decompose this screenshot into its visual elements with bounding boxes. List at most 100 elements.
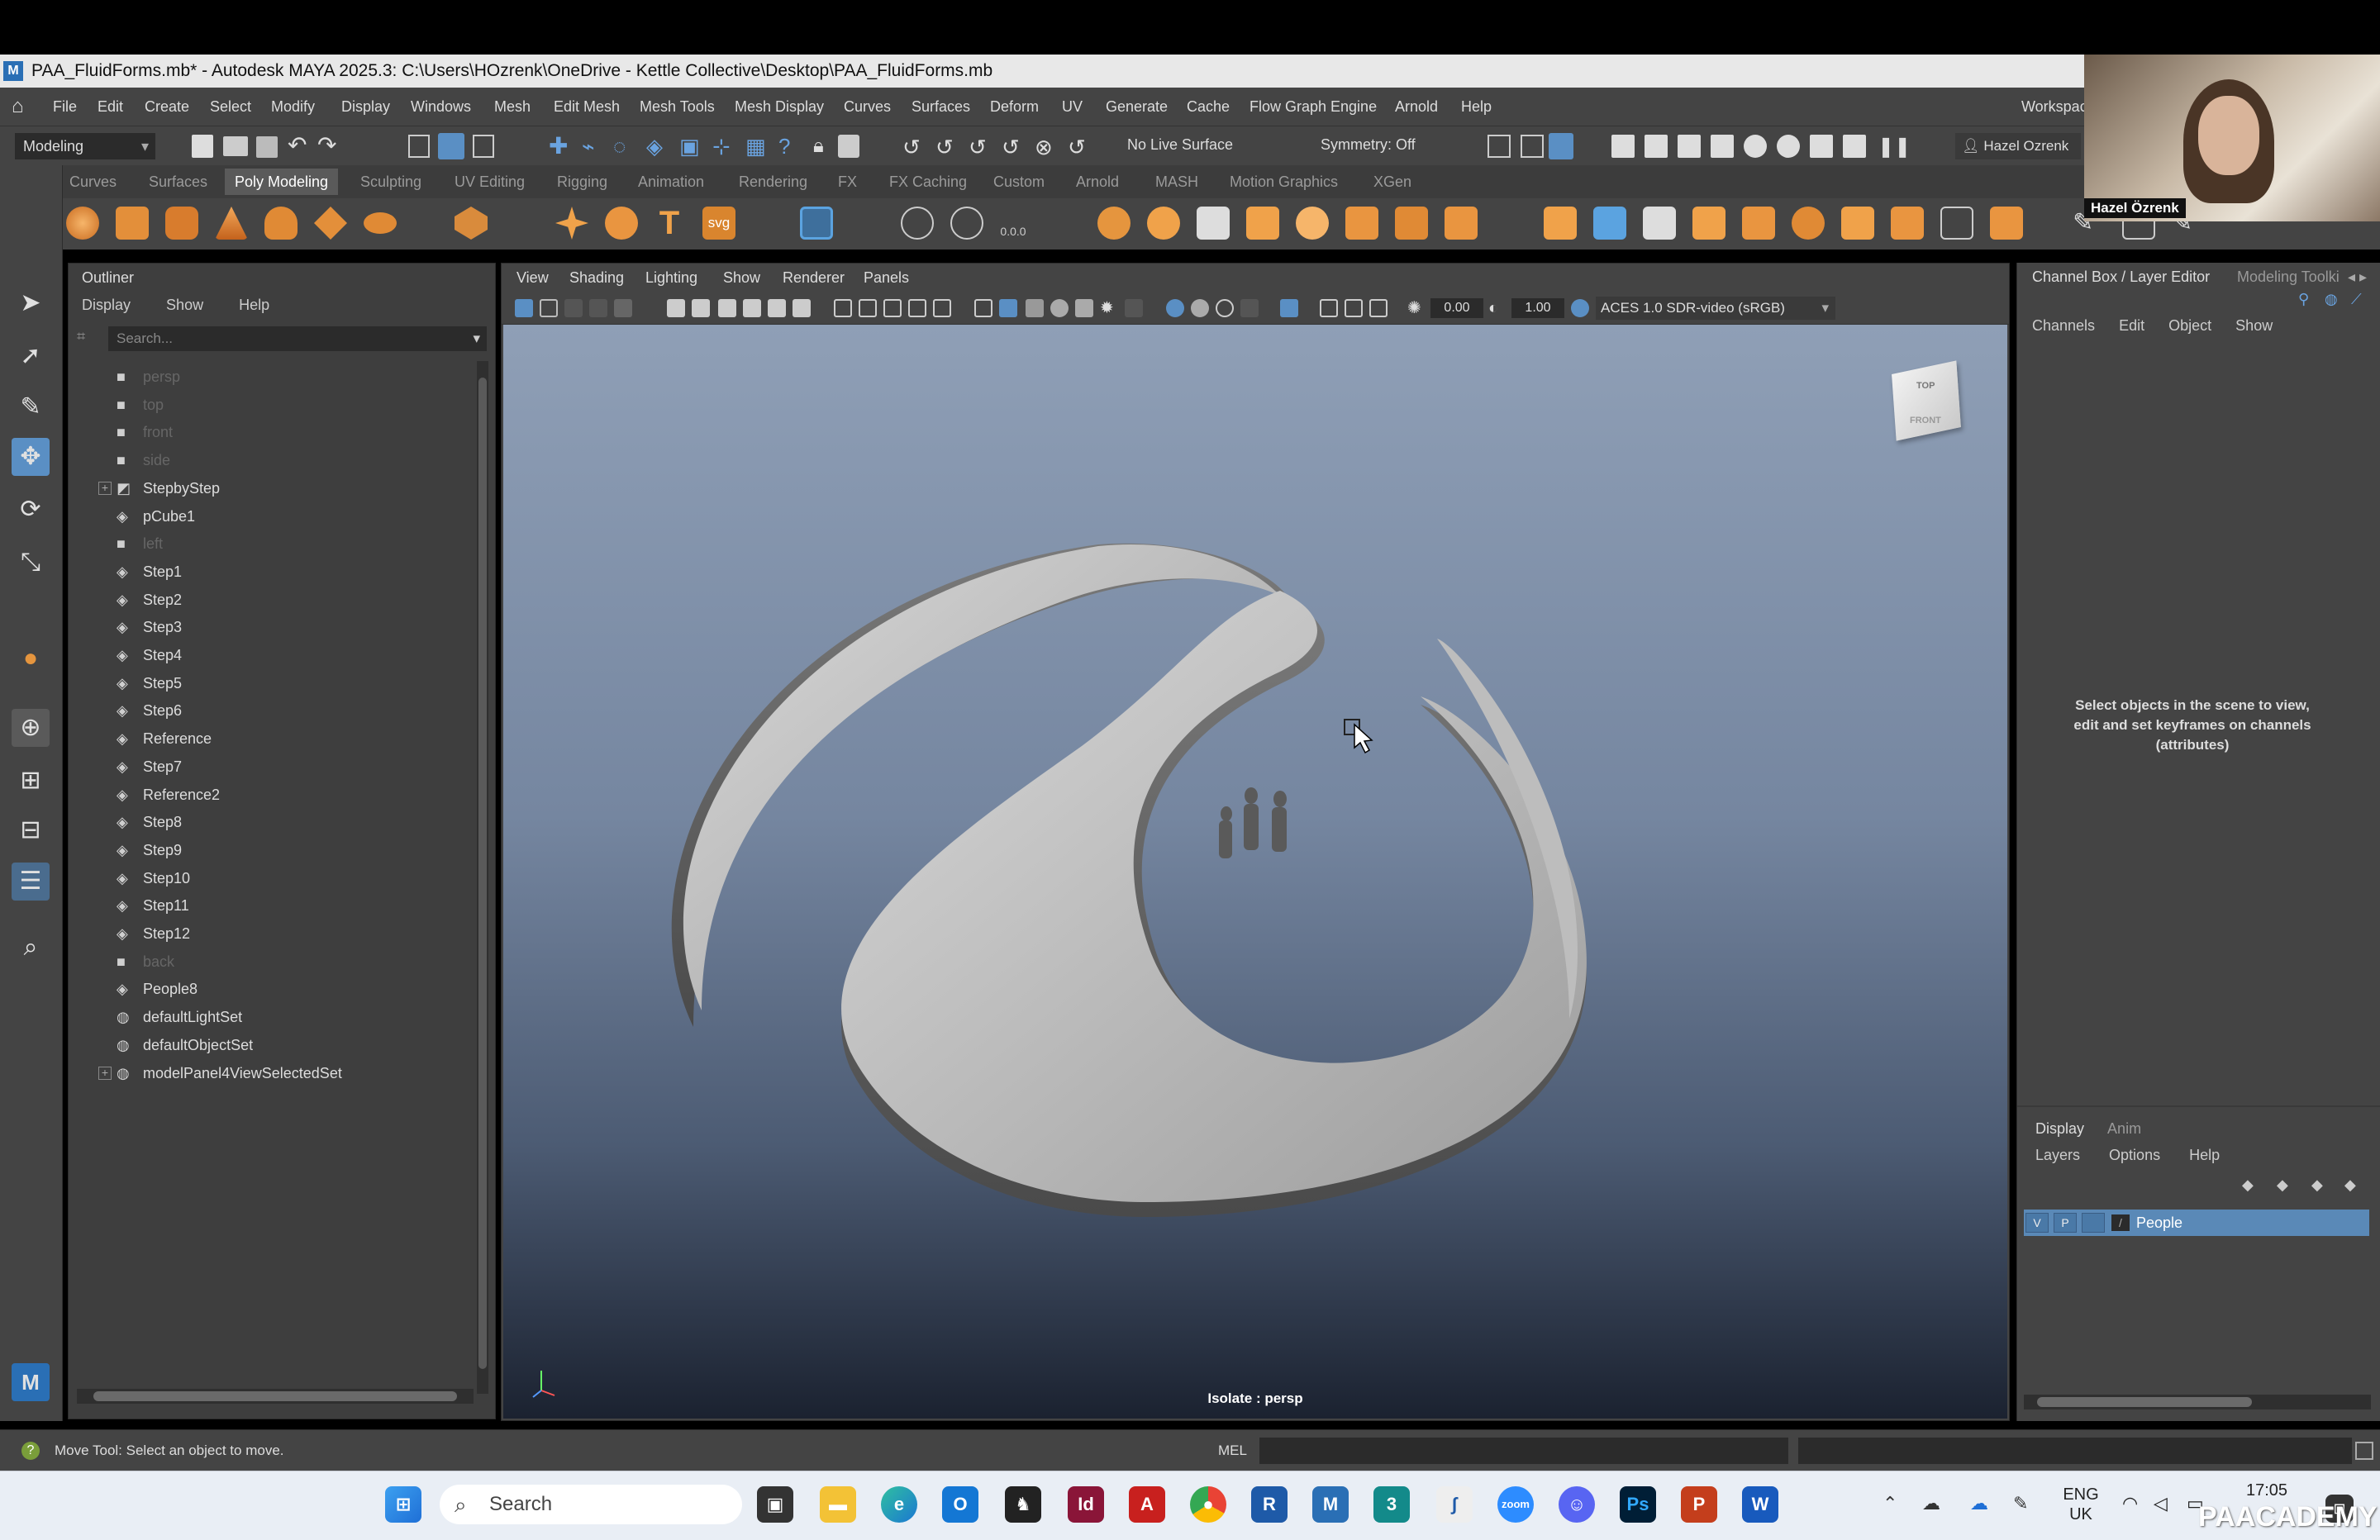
save-scene-icon[interactable] <box>256 136 278 158</box>
shelf-tab-poly-modeling[interactable]: Poly Modeling <box>225 169 339 195</box>
rotate-tool-icon[interactable]: ⟳ <box>12 491 50 529</box>
vp-menu-panels[interactable]: Panels <box>864 264 909 292</box>
outliner-row[interactable]: ◈ Step8 <box>69 808 482 836</box>
menu-uv[interactable]: UV <box>1062 88 1083 126</box>
menu-generate[interactable]: Generate <box>1106 88 1168 126</box>
poke-icon[interactable] <box>1891 207 1924 240</box>
snap-view-plane-icon[interactable]: ◈ <box>646 135 669 158</box>
anti-aliasing-icon[interactable] <box>1369 299 1388 317</box>
move-layer-down-icon[interactable]: ◆ <box>2277 1176 2288 1194</box>
poly-plane-icon[interactable] <box>314 207 347 240</box>
zoom-icon[interactable]: zoom <box>1497 1486 1534 1523</box>
scale-tool-icon[interactable]: ⤡ <box>12 544 50 582</box>
grid-toggle-icon[interactable] <box>834 299 852 317</box>
shelf-tab-fx-caching[interactable]: FX Caching <box>879 169 977 195</box>
select-hierarchy-icon[interactable] <box>408 135 430 158</box>
cb-menu-channels[interactable]: Channels <box>2032 317 2095 334</box>
gate-mask-icon[interactable] <box>768 299 786 317</box>
select-object-icon[interactable] <box>438 133 464 159</box>
menu-flow-graph-engine[interactable]: Flow Graph Engine <box>1250 88 1377 126</box>
menu-surfaces[interactable]: Surfaces <box>912 88 970 126</box>
menu-edit-mesh[interactable]: Edit Mesh <box>554 88 620 126</box>
outliner-row[interactable]: ◈ Step3 <box>69 613 482 641</box>
wireframe-icon[interactable] <box>974 299 992 317</box>
script-editor-icon[interactable] <box>2355 1442 2373 1460</box>
menu-cache[interactable]: Cache <box>1187 88 1230 126</box>
channel-options-icon[interactable]: ⚲ <box>2298 291 2316 309</box>
triangulate-icon[interactable] <box>1990 207 2023 240</box>
shelf-tab-fx[interactable]: FX <box>828 169 867 195</box>
smooth-shade-icon[interactable] <box>999 299 1017 317</box>
splitter[interactable] <box>2017 1105 2380 1107</box>
extract-icon[interactable] <box>1841 207 1874 240</box>
layout-single-icon[interactable]: ⊕ <box>12 709 50 747</box>
layout-two-icon[interactable]: ⊟ <box>12 811 50 849</box>
color-management-icon[interactable] <box>1571 299 1589 317</box>
outliner-row[interactable]: ◈ Step7 <box>69 753 482 781</box>
tab-modeling-toolkit[interactable]: Modeling Toolki <box>2237 263 2340 291</box>
outliner-row[interactable]: ◈ Step2 <box>69 586 482 614</box>
lasso-icon-3[interactable]: ↺ <box>969 135 987 160</box>
menu-curves[interactable]: Curves <box>844 88 891 126</box>
redo-icon[interactable]: ↷ <box>317 131 336 159</box>
workspace-label[interactable]: Workspac <box>2021 88 2087 126</box>
render-toggle-icon[interactable] <box>1549 133 1573 159</box>
menu-display[interactable]: Display <box>341 88 390 126</box>
tab-display[interactable]: Display <box>2035 1120 2084 1137</box>
clock-time[interactable]: 17:05 <box>2246 1481 2287 1500</box>
bookmarks-icon[interactable] <box>564 299 583 317</box>
layer-horizontal-scrollbar[interactable] <box>2024 1395 2371 1409</box>
use-all-lights-icon[interactable] <box>1075 299 1093 317</box>
expand-toggle-icon[interactable]: + <box>98 1066 112 1080</box>
outliner-row[interactable]: ■ front <box>69 418 482 446</box>
wedge-icon[interactable] <box>1940 207 1973 240</box>
textured-icon[interactable] <box>1050 299 1069 317</box>
menu-mesh[interactable]: Mesh <box>494 88 531 126</box>
layer-menu-layers[interactable]: Layers <box>2035 1147 2080 1163</box>
sketch-icon[interactable]: ∫ <box>1436 1486 1473 1523</box>
layer-playback-toggle[interactable]: P <box>2054 1213 2077 1233</box>
maya-badge-icon[interactable]: M <box>12 1363 50 1401</box>
pause-icon[interactable]: ❚❚ <box>1878 135 1911 159</box>
layer-hscroll-thumb[interactable] <box>2037 1397 2252 1407</box>
shelf-tab-animation[interactable]: Animation <box>628 169 714 195</box>
new-layer-selected-icon[interactable]: ◆ <box>2344 1176 2356 1194</box>
shelf-tab-curves[interactable]: Curves <box>60 169 126 195</box>
outliner-row[interactable]: ◈ pCube1 <box>69 502 482 530</box>
windows-start-icon[interactable]: ⊞ <box>385 1486 421 1523</box>
xray-icon[interactable] <box>1166 299 1184 317</box>
outliner-row[interactable]: + ◍ modelPanel4ViewSelectedSet <box>69 1059 482 1087</box>
type-tool-icon[interactable]: T <box>653 207 686 240</box>
outliner-vertical-scrollbar[interactable] <box>477 361 488 1394</box>
camera-attributes-icon[interactable] <box>540 299 558 317</box>
menu-windows[interactable]: Windows <box>411 88 471 126</box>
shelf-tab-arnold[interactable]: Arnold <box>1066 169 1129 195</box>
film-gate-icon[interactable] <box>718 299 736 317</box>
gamma-field[interactable]: 1.00 <box>1511 298 1564 318</box>
tab-anim[interactable]: Anim <box>2107 1120 2141 1137</box>
multi-cut-icon[interactable] <box>1445 207 1478 240</box>
poly-cube-icon[interactable] <box>116 207 149 240</box>
user-account-button[interactable]: 👤︎ Hazel Ozrenk <box>1955 133 2081 159</box>
safe-action-icon[interactable] <box>859 299 877 317</box>
word-icon[interactable]: W <box>1742 1486 1778 1523</box>
new-scene-icon[interactable] <box>192 135 213 158</box>
edge-icon[interactable]: e <box>881 1486 917 1523</box>
render-settings-icon[interactable] <box>1711 135 1734 158</box>
outliner-row[interactable]: ■ persp <box>69 363 482 391</box>
3dsmax-icon[interactable]: 3 <box>1373 1486 1410 1523</box>
shelf-tab-mash[interactable]: MASH <box>1145 169 1208 195</box>
vp-menu-renderer[interactable]: Renderer <box>783 264 845 292</box>
select-camera-icon[interactable] <box>515 299 533 317</box>
arnold-render-icon[interactable] <box>1810 135 1833 158</box>
outliner-row[interactable]: ◍ defaultLightSet <box>69 1003 482 1031</box>
fill-hole-icon[interactable] <box>1296 207 1329 240</box>
layout-outliner-icon[interactable]: ☰ <box>12 863 50 901</box>
outliner-row[interactable]: ◍ defaultObjectSet <box>69 1031 482 1059</box>
outliner-row[interactable]: ◈ People8 <box>69 975 482 1003</box>
outliner-menu-display[interactable]: Display <box>82 297 131 313</box>
edge-loop-icon[interactable] <box>1593 207 1626 240</box>
layer-menu-options[interactable]: Options <box>2109 1147 2160 1163</box>
new-layer-icon[interactable]: ◆ <box>2311 1176 2323 1194</box>
light-editor-icon[interactable] <box>1777 135 1800 158</box>
